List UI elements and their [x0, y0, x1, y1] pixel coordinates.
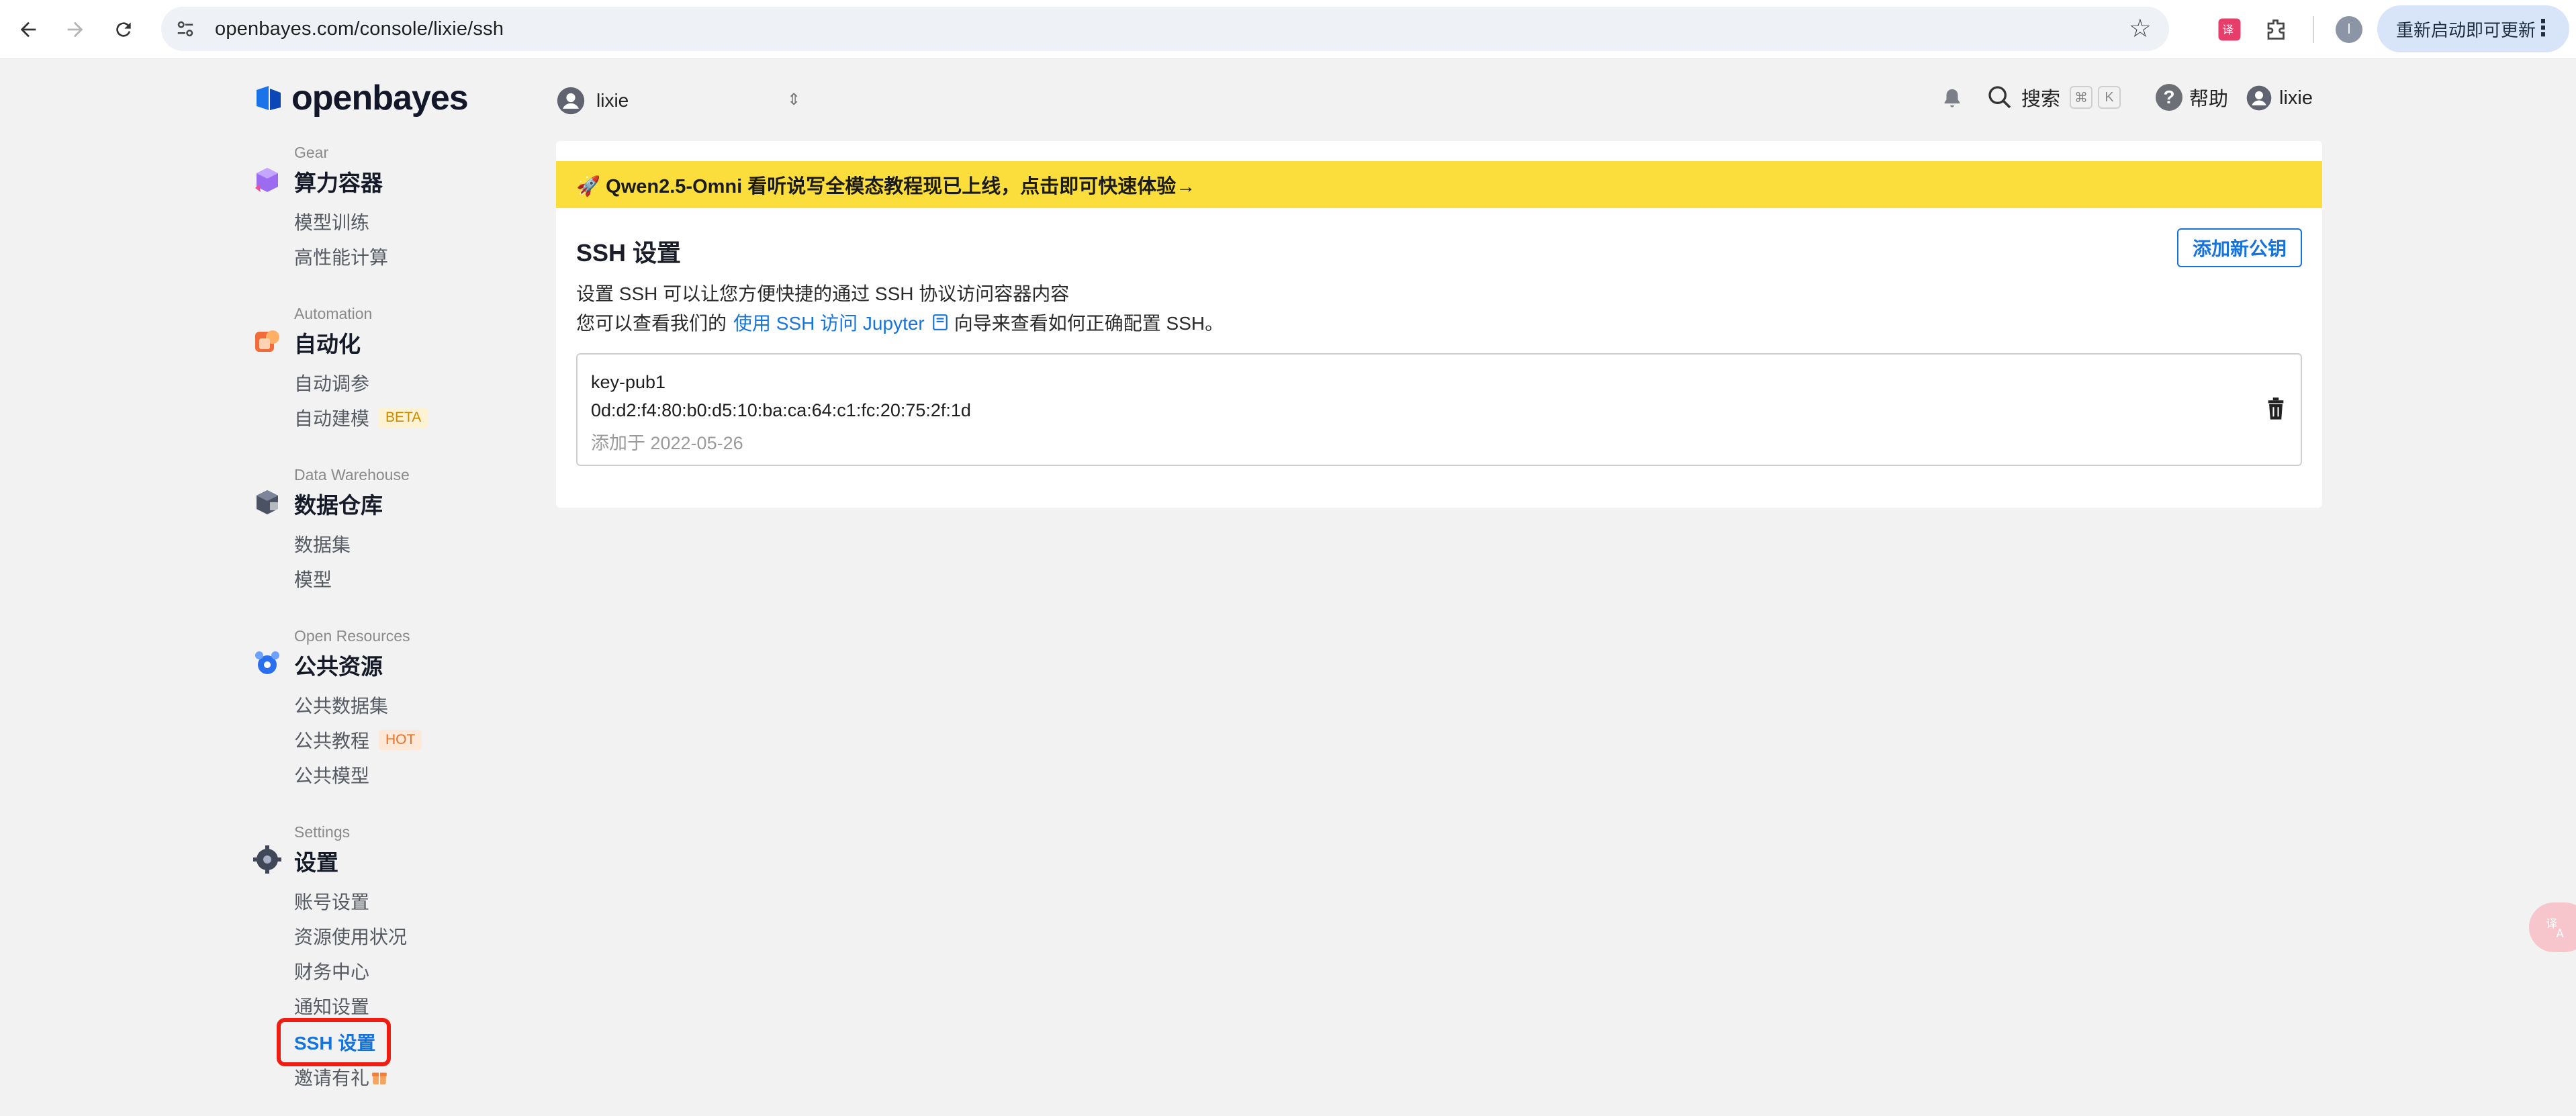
- data-warehouse-icon: [252, 487, 282, 517]
- jupyter-ssh-guide-link[interactable]: 使用 SSH 访问 Jupyter: [733, 309, 925, 336]
- url-text[interactable]: openbayes.com/console/lixie/ssh: [215, 18, 504, 40]
- help-icon: ?: [2156, 84, 2182, 111]
- help-label: 帮助: [2189, 89, 2229, 110]
- update-label: 重新启动即可更新: [2396, 19, 2536, 40]
- ssh-settings-highlight: [277, 1018, 391, 1066]
- compute-container-icon: [252, 165, 282, 195]
- user-menu[interactable]: lixie: [2246, 85, 2313, 111]
- search-button[interactable]: 搜索 ⌘ K: [1986, 83, 2121, 111]
- key-name: key-pub1: [591, 372, 666, 392]
- key-fingerprint: 0d:d2:f4:80:b0:d5:10:ba:ca:64:c1:fc:20:7…: [591, 400, 971, 420]
- workspace-switcher[interactable]: lixie: [556, 86, 629, 115]
- search-label: 搜索: [2021, 89, 2061, 110]
- section-label-automation: Automation: [294, 305, 373, 322]
- logo-mark-icon: [257, 86, 281, 110]
- sidebar-item-hpc[interactable]: 高性能计算: [294, 243, 388, 270]
- sidebar-item-model-training[interactable]: 模型训练: [294, 208, 369, 235]
- sidebar-item-notification-settings[interactable]: 通知设置: [294, 992, 369, 1019]
- beta-badge: BETA: [379, 408, 428, 428]
- logo-text: openbayes: [291, 79, 469, 118]
- site-settings-icon[interactable]: [171, 14, 200, 44]
- announcement-banner[interactable]: 🚀 Qwen2.5-Omni 看听说写全模态教程现已上线，点击即可快速体验→: [556, 161, 2322, 208]
- sidebar-item-public-tutorials[interactable]: 公共教程 HOT: [294, 727, 422, 753]
- section-title-gear[interactable]: 算力容器: [294, 165, 383, 197]
- open-resources-icon: [252, 649, 282, 678]
- kbd-cmd: ⌘: [2070, 86, 2093, 109]
- gift-icon: [372, 1072, 387, 1084]
- workspace-user-name: lixie: [596, 90, 629, 111]
- sidebar-item-resource-usage[interactable]: 资源使用状况: [294, 923, 407, 949]
- sidebar-item-invite-label: 邀请有礼: [294, 1068, 370, 1088]
- settings-gear-icon: [252, 845, 282, 874]
- guide-prefix: 您可以查看我们的: [576, 313, 727, 334]
- section-title-data-warehouse[interactable]: 数据仓库: [294, 487, 383, 520]
- section-title-settings[interactable]: 设置: [294, 845, 338, 877]
- more-menu-icon[interactable]: ⋮: [2532, 15, 2555, 42]
- search-icon: [1988, 86, 2011, 109]
- kbd-k: K: [2098, 86, 2121, 109]
- sidebar-item-models[interactable]: 模型: [294, 565, 332, 592]
- section-label-open-resources: Open Resources: [294, 627, 410, 645]
- user-avatar-icon: [2246, 85, 2272, 111]
- update-button[interactable]: 重新启动即可更新 ⋮: [2377, 5, 2569, 52]
- sidebar-item-public-models[interactable]: 公共模型: [294, 761, 369, 788]
- openbayes-logo[interactable]: openbayes: [252, 78, 469, 118]
- user-menu-name: lixie: [2279, 87, 2313, 109]
- automation-icon: [252, 326, 282, 356]
- chevron-updown-icon[interactable]: ⇕: [787, 90, 800, 109]
- guide-suffix: 向导来查看如何正确配置 SSH。: [954, 313, 1224, 334]
- sidebar-item-finance-center[interactable]: 财务中心: [294, 958, 369, 984]
- browser-toolbar: openbayes.com/console/lixie/ssh ☆ 译 l 重新…: [0, 0, 2576, 59]
- svg-text:A: A: [2556, 927, 2564, 940]
- toolbar-divider: [2313, 16, 2314, 43]
- svg-text:译: 译: [2223, 24, 2234, 36]
- sidebar-item-automl-label: 自动建模: [294, 408, 370, 429]
- translate-extension-icon[interactable]: 译: [2212, 12, 2247, 47]
- back-icon[interactable]: [8, 9, 48, 50]
- sidebar-item-automl[interactable]: 自动建模 BETA: [294, 404, 428, 431]
- reload-icon[interactable]: [103, 9, 144, 50]
- key-added-date: 添加于 2022-05-26: [591, 433, 743, 453]
- ssh-key-card: key-pub1 0d:d2:f4:80:b0:d5:10:ba:ca:64:c…: [576, 353, 2302, 466]
- address-bar[interactable]: openbayes.com/console/lixie/ssh ☆: [161, 7, 2169, 51]
- sidebar-item-public-datasets[interactable]: 公共数据集: [294, 692, 388, 718]
- forward-icon[interactable]: [55, 9, 95, 50]
- bookmark-star-icon[interactable]: ☆: [2129, 13, 2152, 44]
- sidebar-item-account-settings[interactable]: 账号设置: [294, 888, 369, 915]
- floating-translate-icon[interactable]: 译A: [2529, 902, 2576, 952]
- add-public-key-button[interactable]: 添加新公钥: [2177, 228, 2302, 267]
- sidebar-item-invite[interactable]: 邀请有礼: [294, 1064, 388, 1090]
- user-avatar-icon: [557, 87, 585, 115]
- hot-badge: HOT: [379, 730, 422, 750]
- section-label-gear: Gear: [294, 144, 329, 161]
- sidebar-item-datasets[interactable]: 数据集: [294, 530, 351, 557]
- ssh-guide-line: 您可以查看我们的 使用 SSH 访问 Jupyter 向导来查看如何正确配置 S…: [576, 309, 1224, 336]
- section-label-settings: Settings: [294, 823, 351, 841]
- extensions-puzzle-icon[interactable]: [2259, 12, 2294, 47]
- sidebar-item-auto-tuning[interactable]: 自动调参: [294, 369, 369, 396]
- section-title-automation[interactable]: 自动化: [294, 326, 361, 359]
- profile-avatar[interactable]: l: [2336, 16, 2362, 43]
- section-title-open-resources[interactable]: 公共资源: [294, 649, 383, 681]
- book-icon[interactable]: [931, 314, 949, 331]
- help-button[interactable]: ? 帮助: [2156, 83, 2228, 111]
- section-label-data-warehouse: Data Warehouse: [294, 466, 410, 483]
- sidebar-item-public-tutorials-label: 公共教程: [294, 731, 370, 751]
- delete-key-trash-icon[interactable]: [2266, 398, 2286, 424]
- ssh-description: 设置 SSH 可以让您方便快捷的通过 SSH 协议访问容器内容: [576, 283, 1070, 304]
- page-title: SSH 设置: [576, 239, 682, 267]
- notification-bell-icon[interactable]: [1941, 87, 1964, 113]
